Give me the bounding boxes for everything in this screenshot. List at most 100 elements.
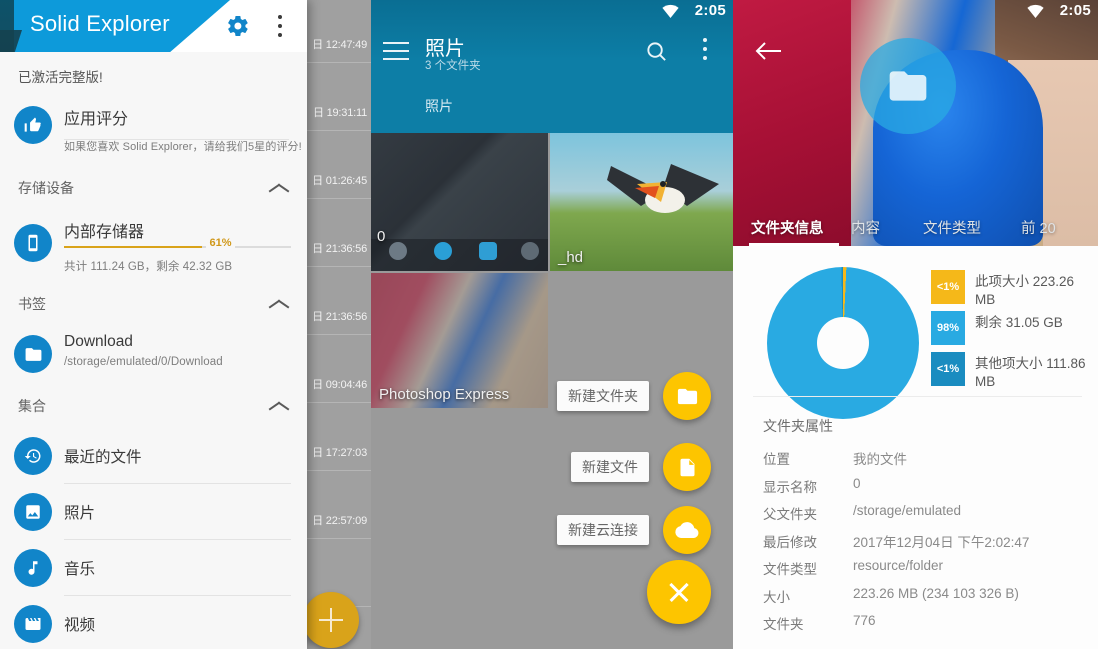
- legend-label: 其他项大小 111.86 MB: [975, 356, 1086, 389]
- wifi-icon: [662, 4, 679, 18]
- chevron-up-icon[interactable]: [269, 400, 289, 412]
- internal-storage-title: 内部存储器: [64, 224, 145, 241]
- speed-dial-label[interactable]: 新建云连接: [557, 515, 649, 545]
- file-row-timestamp: 日 21:36:56: [312, 243, 367, 255]
- internal-storage-subtitle: 共计 111.24 GB，剩余 42.32 GB: [64, 261, 233, 273]
- pro-activated-banner: 已激活完整版!: [18, 70, 103, 85]
- section-label: 书签: [18, 296, 46, 312]
- speed-dial-label[interactable]: 新建文件: [571, 452, 649, 482]
- sidebar-item-3[interactable]: 音乐: [0, 540, 307, 596]
- sidebar-item-4[interactable]: 视频: [0, 596, 307, 649]
- movie-icon: [14, 605, 52, 643]
- panel-file-manager-drawer: 日 12:47:49 日 19:31:11 日 01:26:45 日 21:36:56…: [0, 0, 371, 649]
- drawer-header: Solid Explorer: [0, 0, 307, 52]
- property-row: 最后修改 2017年12月04日 下午2:02:47: [733, 531, 1098, 559]
- internal-storage-row[interactable]: 内部存储器 61% 共计 111.24 GB，剩余 42.32 GB: [0, 210, 307, 282]
- sidebar-item-label: 视频: [64, 617, 96, 634]
- section-label: 存储设备: [18, 180, 74, 196]
- legend-percent: 98%: [931, 311, 965, 345]
- rate-app-subtitle: 如果您喜欢 Solid Explorer，请给我们5星的评分!: [64, 141, 302, 153]
- panel-folder-properties: 2:05 文件夹信息 内容 文件类型 前 20 <1% 此项大小 223.26 MB 98…: [733, 0, 1098, 649]
- new-cloud-connection-fab[interactable]: [663, 506, 711, 554]
- section-divider: [753, 396, 1082, 397]
- speed-dial-label[interactable]: 新建文件夹: [557, 381, 649, 411]
- property-value: 我的文件: [853, 452, 907, 467]
- property-row: 显示名称 0: [733, 476, 1098, 504]
- arrow-back-icon[interactable]: [755, 40, 783, 62]
- add-fab-background[interactable]: [303, 592, 359, 648]
- chevron-up-icon[interactable]: [269, 298, 289, 310]
- file-row-timestamp: 日 17:27:03: [312, 447, 367, 459]
- file-row-timestamp: 日 09:04:46: [312, 379, 367, 391]
- phone-storage-icon: [14, 224, 52, 262]
- legend-label: 此项大小 223.26 MB: [975, 274, 1075, 307]
- chart-legend: <1% 此项大小 223.26 MB 98% 剩余 31.05 GB <1% 其他项大小 …: [931, 270, 1091, 393]
- photo-icon: [14, 493, 52, 531]
- property-key: 最后修改: [763, 534, 817, 550]
- close-speed-dial-fab[interactable]: [647, 560, 711, 624]
- sidebar-item-label: 照片: [64, 505, 96, 522]
- sidebar-item-2[interactable]: 照片: [0, 484, 307, 540]
- property-value: 2017年12月04日 下午2:02:47: [853, 534, 1030, 550]
- legend-percent: <1%: [931, 270, 965, 304]
- property-row: 大小 223.26 MB (234 103 326 B): [733, 586, 1098, 614]
- legend-percent: <1%: [931, 352, 965, 386]
- status-time: 2:05: [694, 2, 726, 19]
- drawer-content: 已激活完整版! 应用评分 如果您喜欢 Solid Explorer，请给我们5星…: [0, 52, 307, 649]
- folder-icon: [860, 38, 956, 134]
- app-title: Solid Explorer: [30, 11, 170, 36]
- property-row: 文件夹 776: [733, 613, 1098, 641]
- legend-item: <1% 其他项大小 111.86 MB: [931, 352, 1091, 389]
- thumb-up-icon: [14, 106, 52, 144]
- file-row-timestamp: 日 21:36:56: [312, 311, 367, 323]
- properties-tabs: 文件夹信息 内容 文件类型 前 20: [733, 204, 1098, 246]
- property-value: 223.26 MB (234 103 326 B): [853, 585, 1019, 601]
- properties-list: 位置 我的文件显示名称 0 父文件夹/storage/emulated 最后修改 2017…: [733, 448, 1098, 641]
- wifi-icon: [1027, 4, 1044, 18]
- status-time: 2:05: [1059, 2, 1091, 19]
- property-row: 位置 我的文件: [733, 448, 1098, 476]
- legend-item: <1% 此项大小 223.26 MB: [931, 270, 1091, 307]
- property-row: 文件类型 resource/folder: [733, 558, 1098, 586]
- file-row-timestamp: 日 19:31:11: [312, 107, 367, 119]
- file-row-timestamp: 日 22:57:09: [312, 515, 367, 527]
- section-bookmarks[interactable]: 书签: [0, 282, 307, 326]
- property-key: 显示名称: [763, 479, 817, 495]
- more-vert-icon[interactable]: [278, 15, 282, 37]
- bookmark-download-row[interactable]: Download /storage/emulated/0/Download: [0, 326, 307, 384]
- gear-icon[interactable]: [226, 14, 250, 38]
- screenshot-stage: 日 12:47:49 日 19:31:11 日 01:26:45 日 21:36:56…: [0, 0, 1098, 649]
- status-bar: 2:05: [371, 0, 733, 24]
- property-value: resource/folder: [853, 558, 944, 573]
- bookmark-title: Download: [64, 333, 133, 350]
- property-value: 0: [853, 475, 861, 491]
- rate-app-row[interactable]: 应用评分 如果您喜欢 Solid Explorer，请给我们5星的评分!: [0, 92, 307, 166]
- tab-4[interactable]: 前 20: [1021, 217, 1056, 238]
- panel-photos-grid: 照片 3 个文件夹 照片 2:05 0 _hd Photoshop Expres…: [371, 0, 733, 649]
- storage-percent-label: 61%: [206, 237, 235, 249]
- section-storage-devices[interactable]: 存储设备: [0, 166, 307, 210]
- property-key: 文件夹: [763, 617, 804, 632]
- navigation-drawer: Solid Explorer 已激活完整版! 应用评分 如果您喜欢 Solid …: [0, 0, 307, 649]
- chevron-up-icon[interactable]: [269, 182, 289, 194]
- properties-header: 文件夹属性: [763, 418, 833, 434]
- property-row: 父文件夹/storage/emulated: [733, 503, 1098, 531]
- storage-progress-bar: 61%: [64, 237, 291, 249]
- new-folder-fab[interactable]: [663, 372, 711, 420]
- tab-1[interactable]: 文件夹信息: [751, 217, 824, 238]
- property-key: 大小: [763, 589, 790, 605]
- tab-2[interactable]: 内容: [851, 217, 880, 238]
- sidebar-item-1[interactable]: 最近的文件: [0, 428, 307, 484]
- bookmark-subtitle: /storage/emulated/0/Download: [64, 356, 223, 368]
- tab-3[interactable]: 文件类型: [923, 217, 981, 238]
- properties-body: <1% 此项大小 223.26 MB 98% 剩余 31.05 GB <1% 其他项大小 …: [733, 246, 1098, 649]
- status-bar: 2:05: [733, 0, 1098, 24]
- legend-label: 剩余 31.05 GB: [975, 315, 1063, 330]
- speed-dial-menu: 新建文件夹 新建文件 新建云连接: [371, 0, 733, 649]
- property-value: 776: [853, 613, 876, 628]
- property-key: 位置: [763, 452, 790, 467]
- new-file-fab[interactable]: [663, 443, 711, 491]
- section-collections[interactable]: 集合: [0, 384, 307, 428]
- music-note-icon: [14, 549, 52, 587]
- legend-item: 98% 剩余 31.05 GB: [931, 311, 1091, 345]
